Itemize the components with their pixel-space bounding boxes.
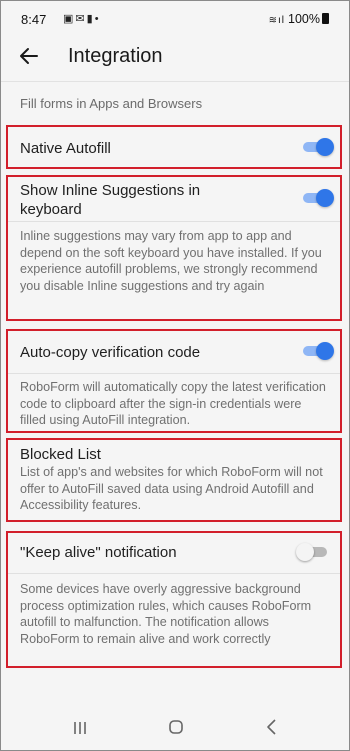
auto-copy-title: Auto-copy verification code <box>20 344 201 361</box>
image-icon: ▣ <box>63 13 76 25</box>
auto-copy-toggle[interactable] <box>302 342 334 360</box>
blocked-list-description: List of app's and websites for which Rob… <box>20 465 323 512</box>
keep-alive-title: "Keep alive" notification <box>20 544 177 561</box>
inline-suggestions-row[interactable]: Show Inline Suggestions in keyboard Inli… <box>6 175 342 321</box>
native-autofill-title: Native Autofill <box>20 140 111 157</box>
back-arrow-icon[interactable] <box>17 44 41 68</box>
divider <box>1 81 349 82</box>
notification-icons: ▣✉▮• <box>63 12 101 25</box>
toggle-thumb <box>316 189 334 207</box>
recent-apps-icon[interactable] <box>71 719 89 737</box>
divider <box>8 221 340 222</box>
divider <box>8 573 340 574</box>
divider <box>8 373 340 374</box>
blocked-list-title: Blocked List <box>20 446 101 463</box>
inline-suggestions-description: Inline suggestions may vary from app to … <box>20 229 322 293</box>
keep-alive-row[interactable]: "Keep alive" notification Some devices h… <box>6 531 342 668</box>
status-bar: 8:47 ▣✉▮• ≋ıl 100% <box>1 1 349 35</box>
battery-icon <box>322 13 329 24</box>
auto-copy-description: RoboForm will automatically copy the lat… <box>20 380 326 427</box>
toggle-thumb <box>296 543 314 561</box>
keep-alive-toggle[interactable] <box>296 543 328 561</box>
navigation-bar <box>1 706 349 750</box>
toggle-thumb <box>316 138 334 156</box>
wifi-signal-icon: ≋ıl <box>268 15 286 26</box>
inline-suggestions-toggle[interactable] <box>302 189 334 207</box>
section-header: Fill forms in Apps and Browsers <box>20 96 203 111</box>
page-title: Integration <box>68 45 163 67</box>
inline-suggestions-title: Show Inline Suggestions in keyboard <box>20 182 201 218</box>
screen: 8:47 ▣✉▮• ≋ıl 100% Integration Fill forms… <box>0 0 350 751</box>
home-icon[interactable] <box>167 718 185 736</box>
back-nav-icon[interactable] <box>263 718 281 736</box>
app-bar: Integration <box>1 35 349 81</box>
auto-copy-row[interactable]: Auto-copy verification code RoboForm wil… <box>6 329 342 433</box>
keep-alive-description: Some devices have overly aggressive back… <box>20 582 312 646</box>
native-autofill-toggle[interactable] <box>302 138 334 156</box>
clipboard-icon: ▮ <box>86 13 95 25</box>
blocked-list-row[interactable]: Blocked List List of app's and websites … <box>6 438 342 522</box>
toggle-thumb <box>316 342 334 360</box>
native-autofill-row[interactable]: Native Autofill <box>6 125 342 169</box>
mail-icon: ✉ <box>75 13 87 25</box>
status-time: 8:47 <box>21 12 47 27</box>
dot-icon: • <box>94 13 101 25</box>
battery-level: 100% <box>288 12 320 26</box>
status-right: ≋ıl 100% <box>269 12 329 26</box>
